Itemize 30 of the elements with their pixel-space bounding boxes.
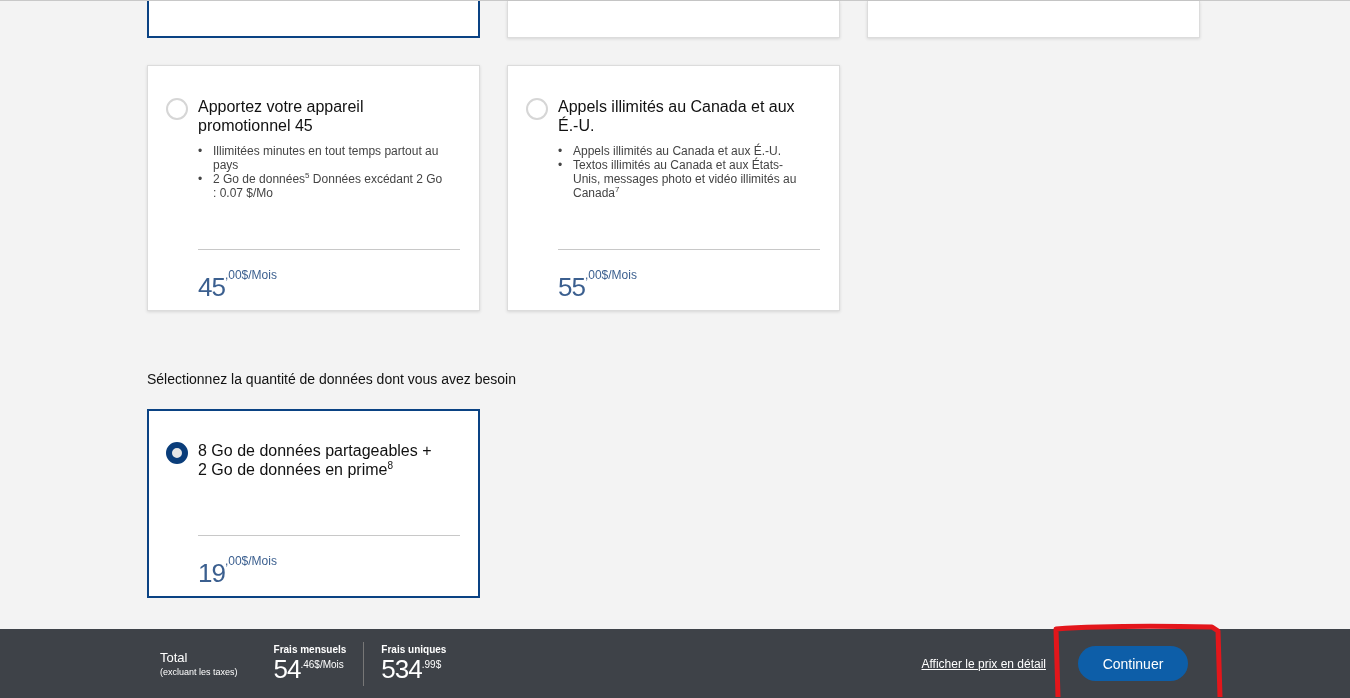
monthly-amount: 54 bbox=[273, 655, 301, 683]
continue-button[interactable]: Continuer bbox=[1078, 646, 1188, 681]
tax-note: (excluant les taxes) bbox=[160, 667, 238, 677]
feature-item: 2 Go de données$^{5}$ Données excédant 2 Go : 0.07 $/Mo bbox=[213, 172, 444, 200]
bullet-marker: • bbox=[198, 144, 204, 160]
feature-item: Illimitées minutes en tout temps partout au pays bbox=[213, 144, 440, 172]
price-suffix: ,00$/Mois bbox=[224, 554, 277, 568]
section-heading: Sélectionnez la quantité de données dont vous avez besoin bbox=[147, 371, 517, 387]
price-amount: 45 bbox=[198, 272, 225, 303]
plan-title: 8 Go de données partageables + 2 Go de données en prime$^{8}$ bbox=[198, 441, 433, 479]
onetime-suffix: .99$ bbox=[421, 659, 442, 670]
plan-card[interactable] bbox=[147, 1, 480, 38]
price-suffix: ,00$/Mois bbox=[224, 268, 277, 282]
onetime-label: Frais uniques bbox=[381, 644, 447, 655]
total-label: Total bbox=[160, 650, 189, 665]
bullet-marker: • bbox=[558, 144, 564, 158]
feature-item: Textos illimités au Canada et aux États-Unis, messages photo et vidéo illimités au Canada$^{7}$ bbox=[573, 158, 798, 200]
price-details-link[interactable]: Afficher le prix en détail bbox=[921, 656, 1046, 671]
feature-item: Appels illimités au Canada et aux É.-U. bbox=[573, 144, 782, 158]
price-amount: 55 bbox=[558, 272, 585, 303]
radio-button[interactable] bbox=[166, 442, 188, 464]
monthly-label: Frais mensuels bbox=[273, 644, 347, 655]
price-suffix: ,00$/Mois bbox=[584, 268, 637, 282]
onetime-amount: 534 bbox=[381, 655, 422, 683]
bullet-marker: • bbox=[558, 158, 564, 174]
plan-title: Apportez votre appareil promotionnel 45 bbox=[198, 97, 365, 135]
price-amount: 19 bbox=[198, 558, 225, 589]
monthly-suffix: .46$/Mois bbox=[300, 659, 344, 670]
plan-title: Appels illimités au Canada et aux É.-U. bbox=[558, 97, 796, 135]
bullet-marker: • bbox=[198, 172, 204, 188]
